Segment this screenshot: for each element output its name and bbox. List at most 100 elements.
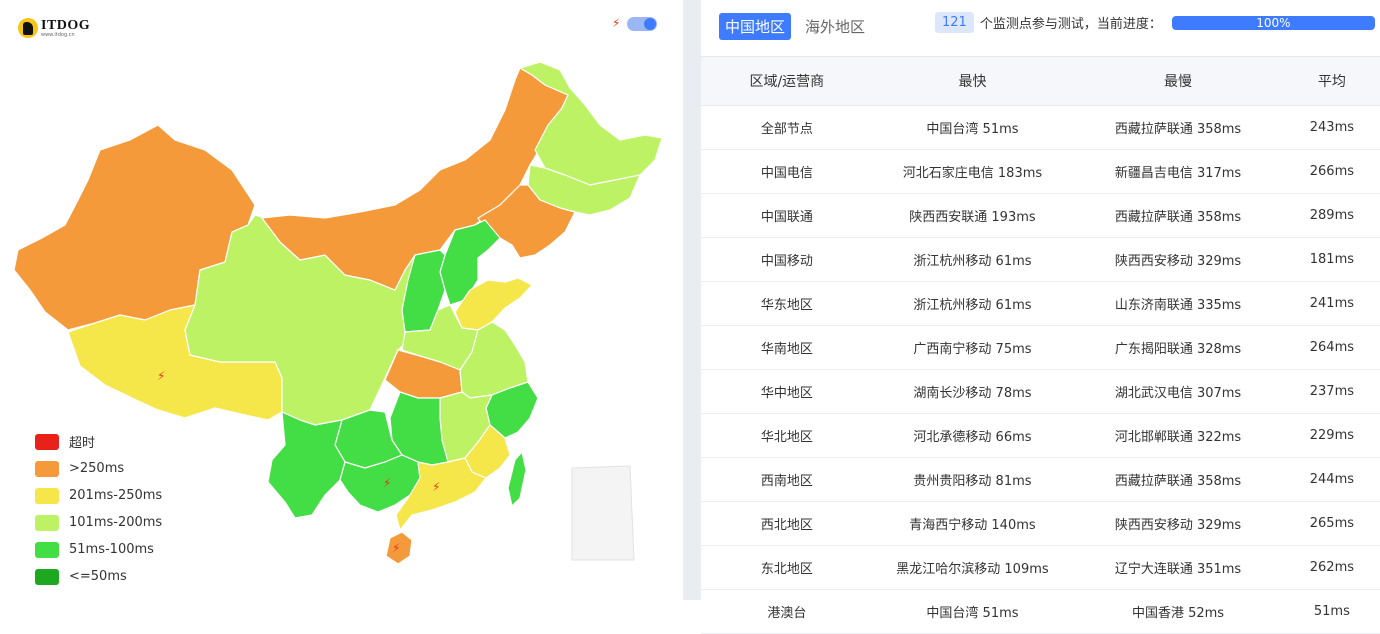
- table-row[interactable]: 西北地区 青海西宁移动 140ms 陕西西安移动 329ms 265ms: [701, 501, 1380, 546]
- cell-region: 西南地区: [701, 457, 873, 502]
- cell-region: 华北地区: [701, 413, 873, 458]
- legend-item[interactable]: 201ms-250ms: [35, 482, 162, 509]
- cell-average: 237ms: [1283, 369, 1380, 414]
- cell-slowest: 新疆昌吉电信 317ms: [1072, 149, 1284, 194]
- legend-swatch: [35, 433, 59, 450]
- lightning-icon-guangxi: ⚡︎: [383, 476, 392, 490]
- legend-item[interactable]: 101ms-200ms: [35, 509, 162, 536]
- cell-slowest: 辽宁大连联通 351ms: [1072, 545, 1284, 590]
- progress-text: 个监测点参与测试，当前进度：: [979, 17, 1162, 32]
- test-progress: 121 个监测点参与测试，当前进度： 100%: [935, 12, 1375, 33]
- cell-fastest: 贵州贵阳移动 81ms: [872, 457, 1073, 502]
- tab-china[interactable]: 中国地区: [719, 13, 792, 40]
- table-row[interactable]: 华南地区 广西南宁移动 75ms 广东揭阳联通 328ms 264ms: [701, 325, 1380, 370]
- cell-average: 241ms: [1283, 281, 1380, 326]
- table-row[interactable]: 西南地区 贵州贵阳移动 81ms 西藏拉萨联通 358ms 244ms: [701, 457, 1380, 502]
- cell-average: 289ms: [1283, 193, 1380, 238]
- legend-swatch: [35, 568, 59, 585]
- latency-legend: 超时 >250ms 201ms-250ms 101ms-200ms 51ms-1…: [35, 428, 162, 590]
- table-row[interactable]: 华中地区 湖南长沙移动 78ms 湖北武汉电信 307ms 237ms: [701, 369, 1380, 414]
- cell-average: 262ms: [1283, 545, 1380, 590]
- col-header-region[interactable]: 区域/运营商: [701, 56, 873, 106]
- table-row[interactable]: 华北地区 河北承德移动 66ms 河北邯郸联通 322ms 229ms: [701, 413, 1380, 458]
- cell-average: 181ms: [1283, 237, 1380, 282]
- cell-fastest: 中国台湾 51ms: [872, 105, 1073, 150]
- results-panel: 中国地区 海外地区 121 个监测点参与测试，当前进度： 100% 区域/运营商…: [701, 0, 1380, 634]
- province-taiwan[interactable]: [507, 451, 527, 507]
- table-header-row: 区域/运营商 最快 最慢 平均: [701, 56, 1380, 106]
- table-row[interactable]: 港澳台 中国台湾 51ms 中国香港 52ms 51ms: [701, 589, 1380, 634]
- legend-swatch: [35, 460, 59, 477]
- table-row[interactable]: 中国电信 河北石家庄电信 183ms 新疆昌吉电信 317ms 266ms: [701, 149, 1380, 194]
- table-row[interactable]: 中国移动 浙江杭州移动 61ms 陕西西安移动 329ms 181ms: [701, 237, 1380, 282]
- cell-fastest: 湖南长沙移动 78ms: [872, 369, 1073, 414]
- region-tabs: 中国地区 海外地区: [719, 13, 879, 40]
- cell-fastest: 河北承德移动 66ms: [872, 413, 1073, 458]
- cell-region: 港澳台: [701, 589, 873, 634]
- legend-item[interactable]: <=50ms: [35, 563, 162, 590]
- cell-fastest: 浙江杭州移动 61ms: [872, 281, 1073, 326]
- cell-fastest: 黑龙江哈尔滨移动 109ms: [872, 545, 1073, 590]
- cell-fastest: 广西南宁移动 75ms: [872, 325, 1073, 370]
- table-row[interactable]: 东北地区 黑龙江哈尔滨移动 109ms 辽宁大连联通 351ms 262ms: [701, 545, 1380, 590]
- cell-slowest: 西藏拉萨联通 358ms: [1072, 105, 1284, 150]
- progress-bar: 100%: [1171, 15, 1375, 30]
- table-row[interactable]: 华东地区 浙江杭州移动 61ms 山东济南联通 335ms 241ms: [701, 281, 1380, 326]
- cell-average: 266ms: [1283, 149, 1380, 194]
- south-china-sea-inset: [571, 465, 635, 561]
- col-header-fastest[interactable]: 最快: [872, 56, 1073, 106]
- legend-label: 超时: [69, 436, 96, 451]
- cell-slowest: 广东揭阳联通 328ms: [1072, 325, 1284, 370]
- lightning-icon-hainan: ⚡︎: [392, 541, 401, 555]
- cell-region: 中国移动: [701, 237, 873, 282]
- legend-item[interactable]: >250ms: [35, 455, 162, 482]
- cell-region: 全部节点: [701, 105, 873, 150]
- legend-swatch: [35, 487, 59, 504]
- cell-region: 华中地区: [701, 369, 873, 414]
- cell-slowest: 中国香港 52ms: [1072, 589, 1284, 634]
- results-table: 区域/运营商 最快 最慢 平均 全部节点 中国台湾 51ms 西藏拉萨联通 358m…: [701, 56, 1380, 634]
- cell-slowest: 西藏拉萨联通 358ms: [1072, 457, 1284, 502]
- cell-fastest: 浙江杭州移动 61ms: [872, 237, 1073, 282]
- cell-slowest: 湖北武汉电信 307ms: [1072, 369, 1284, 414]
- cell-slowest: 西藏拉萨联通 358ms: [1072, 193, 1284, 238]
- cell-fastest: 陕西西安联通 193ms: [872, 193, 1073, 238]
- cell-region: 西北地区: [701, 501, 873, 546]
- legend-item[interactable]: 51ms-100ms: [35, 536, 162, 563]
- table-row[interactable]: 全部节点 中国台湾 51ms 西藏拉萨联通 358ms 243ms: [701, 105, 1380, 150]
- cell-average: 244ms: [1283, 457, 1380, 502]
- cell-slowest: 陕西西安移动 329ms: [1072, 501, 1284, 546]
- cell-region: 中国联通: [701, 193, 873, 238]
- cell-average: 264ms: [1283, 325, 1380, 370]
- cell-fastest: 中国台湾 51ms: [872, 589, 1073, 634]
- cell-slowest: 陕西西安移动 329ms: [1072, 237, 1284, 282]
- cell-average: 51ms: [1283, 589, 1380, 634]
- legend-label: <=50ms: [69, 569, 127, 584]
- col-header-slowest[interactable]: 最慢: [1072, 56, 1284, 106]
- legend-label: >250ms: [69, 461, 125, 476]
- province-yunnan[interactable]: [267, 411, 346, 519]
- legend-swatch: [35, 541, 59, 558]
- cell-average: 265ms: [1283, 501, 1380, 546]
- lightning-icon-xizang: ⚡︎: [157, 369, 166, 383]
- map-panel: ITDOG www.itdog.cn ⚡︎ ⚡︎ ⚡︎ ⚡︎ ⚡︎ 超时 >25…: [0, 0, 683, 600]
- cell-fastest: 河北石家庄电信 183ms: [872, 149, 1073, 194]
- node-count-badge: 121: [935, 12, 974, 33]
- col-header-average[interactable]: 平均: [1283, 56, 1380, 106]
- lightning-icon-guangdong: ⚡︎: [432, 480, 441, 494]
- panel-divider: [683, 0, 701, 600]
- progress-percent: 100%: [1256, 15, 1291, 30]
- legend-label: 101ms-200ms: [69, 515, 163, 530]
- legend-item[interactable]: 超时: [35, 428, 162, 455]
- cell-average: 229ms: [1283, 413, 1380, 458]
- tab-overseas[interactable]: 海外地区: [799, 13, 871, 40]
- cell-region: 中国电信: [701, 149, 873, 194]
- cell-average: 243ms: [1283, 105, 1380, 150]
- cell-region: 华南地区: [701, 325, 873, 370]
- cell-region: 华东地区: [701, 281, 873, 326]
- legend-label: 51ms-100ms: [69, 542, 154, 557]
- legend-swatch: [35, 514, 59, 531]
- table-row[interactable]: 中国联通 陕西西安联通 193ms 西藏拉萨联通 358ms 289ms: [701, 193, 1380, 238]
- cell-slowest: 河北邯郸联通 322ms: [1072, 413, 1284, 458]
- cell-region: 东北地区: [701, 545, 873, 590]
